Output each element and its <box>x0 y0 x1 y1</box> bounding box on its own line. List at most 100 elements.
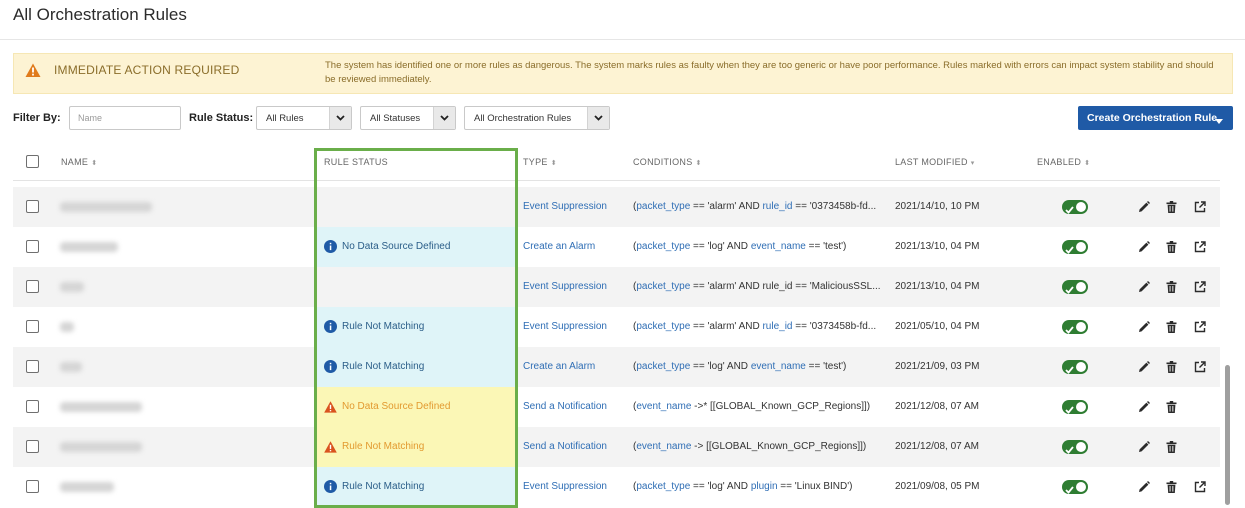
row-select-checkbox[interactable] <box>26 200 39 213</box>
rule-name-blurred[interactable] <box>60 482 114 492</box>
enabled-toggle[interactable] <box>1062 280 1088 294</box>
pencil-icon[interactable] <box>1138 360 1150 378</box>
condition-text: == 'alarm' AND <box>690 201 763 212</box>
enabled-toggle[interactable] <box>1062 320 1088 334</box>
condition-field-link[interactable]: packet_type <box>636 241 690 252</box>
rule-name-blurred[interactable] <box>60 362 82 372</box>
condition-text: -> [[GLOBAL_Known_GCP_Regions]]) <box>691 441 867 452</box>
column-header-enabled[interactable]: ENABLED ⬍ <box>1037 157 1090 167</box>
table-row[interactable]: Rule Not Matching Send a Notification (eve… <box>13 427 1220 467</box>
row-select-checkbox[interactable] <box>26 360 39 373</box>
row-select-checkbox[interactable] <box>26 480 39 493</box>
pencil-icon[interactable] <box>1138 240 1150 258</box>
condition-field-link[interactable]: rule_id <box>762 201 792 212</box>
trash-icon[interactable] <box>1166 320 1177 338</box>
condition-field-link[interactable]: event_name <box>636 401 691 412</box>
rule-status-label: Rule Status: <box>189 112 254 124</box>
orchestration-rules-select[interactable]: All Orchestration Rules <box>464 106 610 130</box>
rule-name-blurred[interactable] <box>60 242 118 252</box>
row-select-checkbox[interactable] <box>26 400 39 413</box>
row-select-checkbox[interactable] <box>26 240 39 253</box>
trash-icon[interactable] <box>1166 360 1177 378</box>
condition-field-link[interactable]: plugin <box>751 481 778 492</box>
enabled-toggle[interactable] <box>1062 400 1088 414</box>
last-modified-date: 2021/12/08, 07 AM <box>895 441 979 452</box>
name-filter-input[interactable] <box>69 106 181 130</box>
rule-type-link[interactable]: Create an Alarm <box>523 241 595 252</box>
rule-name-blurred[interactable] <box>60 202 152 212</box>
enabled-toggle[interactable] <box>1062 240 1088 254</box>
enabled-toggle[interactable] <box>1062 480 1088 494</box>
rule-type-link[interactable]: Send a Notification <box>523 441 607 452</box>
condition-text: == 'test') <box>805 241 847 252</box>
condition-field-link[interactable]: packet_type <box>636 281 690 292</box>
pencil-icon[interactable] <box>1138 400 1150 418</box>
trash-icon[interactable] <box>1166 200 1177 218</box>
row-select-checkbox[interactable] <box>26 320 39 333</box>
table-row[interactable]: Rule Not Matching Create an Alarm (packet_… <box>13 347 1220 387</box>
rule-status-text: Rule Not Matching <box>342 441 425 452</box>
pencil-icon[interactable] <box>1138 200 1150 218</box>
condition-field-link[interactable]: event_name <box>636 441 691 452</box>
trash-icon[interactable] <box>1166 400 1177 418</box>
select-all-checkbox[interactable] <box>26 155 39 168</box>
trash-icon[interactable] <box>1166 480 1177 498</box>
rule-type-link[interactable]: Event Suppression <box>523 281 607 292</box>
rule-type-link[interactable]: Create an Alarm <box>523 361 595 372</box>
rule-type-link[interactable]: Event Suppression <box>523 201 607 212</box>
enabled-toggle[interactable] <box>1062 360 1088 374</box>
external-link-icon[interactable] <box>1194 200 1206 218</box>
rule-type-link[interactable]: Event Suppression <box>523 481 607 492</box>
trash-icon[interactable] <box>1166 440 1177 458</box>
condition-field-link[interactable]: packet_type <box>636 481 690 492</box>
column-header-conditions[interactable]: CONDITIONS ⬍ <box>633 157 702 167</box>
chevron-down-icon <box>587 107 609 129</box>
vertical-scrollbar[interactable] <box>1225 365 1230 505</box>
condition-field-link[interactable]: packet_type <box>636 321 690 332</box>
row-select-checkbox[interactable] <box>26 280 39 293</box>
statuses-select[interactable]: All Statuses <box>360 106 456 130</box>
enabled-toggle[interactable] <box>1062 440 1088 454</box>
rule-name-blurred[interactable] <box>60 402 142 412</box>
column-header-name[interactable]: NAME ⬍ <box>61 157 97 167</box>
rule-name-blurred[interactable] <box>60 442 142 452</box>
table-row[interactable]: No Data Source Defined Send a Notificatio… <box>13 387 1220 427</box>
create-orchestration-rule-button[interactable]: Create Orchestration Rule <box>1078 106 1233 130</box>
table-row[interactable]: Event Suppression (packet_type == 'alarm'… <box>13 267 1220 307</box>
rule-type-link[interactable]: Send a Notification <box>523 401 607 412</box>
condition-field-link[interactable]: rule_id <box>762 321 792 332</box>
table-row[interactable]: Rule Not Matching Event Suppression (packe… <box>13 307 1220 347</box>
table-row[interactable]: Rule Not Matching Event Suppression (packe… <box>13 467 1220 507</box>
pencil-icon[interactable] <box>1138 480 1150 498</box>
column-header-last-modified[interactable]: LAST MODIFIED ▾ <box>895 157 975 167</box>
condition-field-link[interactable]: packet_type <box>636 201 690 212</box>
condition-text: == 'Linux BIND') <box>777 481 853 492</box>
condition-field-link[interactable]: packet_type <box>636 361 690 372</box>
condition-field-link[interactable]: event_name <box>751 361 806 372</box>
rules-select[interactable]: All Rules <box>256 106 352 130</box>
rule-status-cell: No Data Source Defined <box>317 387 517 427</box>
external-link-icon[interactable] <box>1194 280 1206 298</box>
rule-name-blurred[interactable] <box>60 282 84 292</box>
trash-icon[interactable] <box>1166 240 1177 258</box>
rule-name-blurred[interactable] <box>60 322 74 332</box>
pencil-icon[interactable] <box>1138 440 1150 458</box>
row-select-checkbox[interactable] <box>26 440 39 453</box>
pencil-icon[interactable] <box>1138 320 1150 338</box>
trash-icon[interactable] <box>1166 280 1177 298</box>
enabled-toggle[interactable] <box>1062 200 1088 214</box>
pencil-icon[interactable] <box>1138 280 1150 298</box>
chevron-down-icon <box>329 107 351 129</box>
table-row[interactable]: No Data Source Defined Create an Alarm (pa… <box>13 227 1220 267</box>
external-link-icon[interactable] <box>1194 360 1206 378</box>
check-icon <box>1065 282 1074 300</box>
rule-type-link[interactable]: Event Suppression <box>523 321 607 332</box>
external-link-icon[interactable] <box>1194 480 1206 498</box>
external-link-icon[interactable] <box>1194 320 1206 338</box>
column-header-type[interactable]: TYPE ⬍ <box>523 157 557 167</box>
danger-alert-banner: IMMEDIATE ACTION REQUIRED The system has… <box>13 53 1233 94</box>
external-link-icon[interactable] <box>1194 240 1206 258</box>
condition-field-link[interactable]: event_name <box>751 241 806 252</box>
table-row[interactable]: Event Suppression (packet_type == 'alarm'… <box>13 187 1220 227</box>
rule-status-cell: Rule Not Matching <box>317 427 517 467</box>
